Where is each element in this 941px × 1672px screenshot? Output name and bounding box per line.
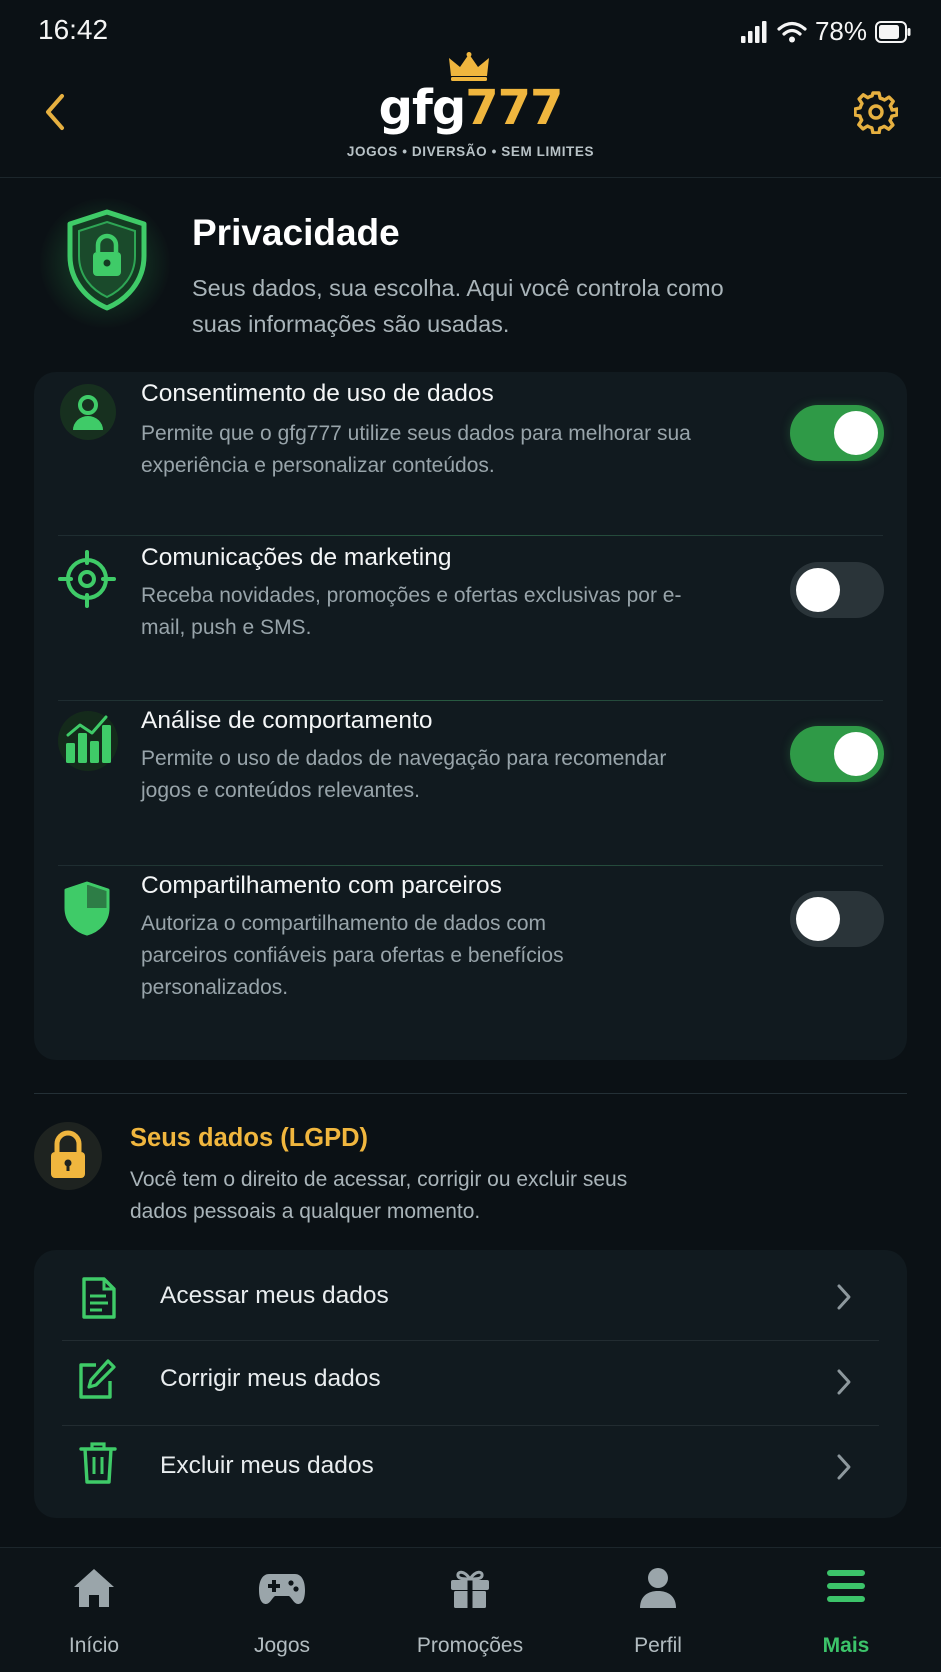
home-icon <box>74 1569 114 1607</box>
person-icon <box>640 1568 676 1608</box>
lock-icon <box>51 1130 85 1178</box>
app-header: gfg777 JOGOS • DIVERSÃO • SEM LIMITES <box>0 52 941 178</box>
nav-more[interactable]: Mais <box>752 1548 940 1672</box>
document-icon <box>82 1277 116 1319</box>
delete-data-item[interactable]: Excluir meus dados <box>34 1426 907 1516</box>
status-icons: 78% <box>740 16 911 47</box>
page-subtitle: Seus dados, sua escolha. Aqui você contr… <box>192 275 724 337</box>
privacy-settings-card: Consentimento de uso de dados Permite qu… <box>34 372 907 1060</box>
action-label: Acessar meus dados <box>160 1282 389 1309</box>
nav-home[interactable]: Início <box>0 1548 188 1672</box>
setting-row-partner-sharing: Compartilhamento com parceiros Autoriza … <box>34 866 907 1060</box>
battery-percent: 78% <box>814 16 867 46</box>
action-label: Excluir meus dados <box>160 1452 374 1479</box>
nav-label: Promoções <box>416 1634 524 1657</box>
logo-text: gfg777 <box>0 80 941 136</box>
logo-tagline: JOGOS • DIVERSÃO • SEM LIMITES <box>346 144 595 159</box>
lgpd-title: Seus dados (LGPD) <box>130 1124 369 1152</box>
toggle-marketing[interactable] <box>790 562 884 618</box>
setting-row-marketing: Comunicações de marketing Receba novidad… <box>34 536 907 700</box>
shield-half-icon <box>64 881 110 936</box>
setting-title: Compartilhamento com parceiros <box>141 872 502 899</box>
signal-icon <box>740 20 767 43</box>
correct-data-item[interactable]: Corrigir meus dados <box>34 1341 907 1425</box>
nav-label: Jogos <box>253 1634 311 1657</box>
nav-promotions[interactable]: Promoções <box>376 1548 564 1672</box>
section-divider <box>34 1093 907 1094</box>
chevron-right-icon <box>837 1454 851 1480</box>
setting-row-data-consent: Consentimento de uso de dados Permite qu… <box>34 372 907 535</box>
toggle-knob <box>796 568 840 612</box>
bar-chart-icon <box>58 711 118 771</box>
gamepad-icon <box>259 1574 305 1604</box>
toggle-knob <box>796 897 840 941</box>
setting-title: Consentimento de uso de dados <box>141 380 494 407</box>
chevron-right-icon <box>837 1369 851 1395</box>
toggle-data-consent[interactable] <box>790 405 884 461</box>
wifi-icon <box>777 21 807 42</box>
logo-text-white: gfg <box>378 80 467 136</box>
bottom-navigation: Início Jogos Promoções Perfil Mais <box>0 1547 941 1672</box>
access-data-item[interactable]: Acessar meus dados <box>34 1250 907 1340</box>
lgpd-subtitle: Você tem o direito de acessar, corrigir … <box>130 1168 628 1223</box>
toggle-partner-sharing[interactable] <box>790 891 884 947</box>
lgpd-icon-badge <box>34 1122 102 1190</box>
target-icon <box>58 550 116 608</box>
status-time: 16:42 <box>38 14 109 45</box>
chevron-right-icon <box>837 1284 851 1310</box>
setting-title: Comunicações de marketing <box>141 544 452 571</box>
user-icon <box>60 384 116 440</box>
nav-games[interactable]: Jogos <box>188 1548 376 1672</box>
setting-description: Permite que o gfg777 utilize seus dados … <box>141 422 691 477</box>
setting-description: Receba novidades, promoções e ofertas ex… <box>141 584 682 639</box>
nav-label: Perfil <box>634 1634 682 1657</box>
trash-icon <box>79 1442 117 1484</box>
menu-icon <box>827 1570 865 1602</box>
crown-icon <box>449 52 489 81</box>
gear-icon[interactable] <box>854 90 898 134</box>
edit-icon <box>79 1359 116 1399</box>
toggle-knob <box>834 411 878 455</box>
data-actions-card: Acessar meus dados Corrigir meus dados E… <box>34 1250 907 1518</box>
battery-icon <box>875 20 911 43</box>
nav-label: Início <box>68 1634 120 1657</box>
toggle-knob <box>834 732 878 776</box>
setting-description: Permite o uso de dados de navegação para… <box>141 747 667 802</box>
page-title: Privacidade <box>192 212 400 253</box>
setting-row-behavior-analysis: Análise de comportamento Permite o uso d… <box>34 701 907 865</box>
gift-icon <box>451 1570 489 1608</box>
setting-description: Autoriza o compartilhamento de dados com… <box>141 912 564 999</box>
logo-text-gold: 777 <box>465 80 563 136</box>
setting-title: Análise de comportamento <box>141 707 433 734</box>
toggle-behavior-analysis[interactable] <box>790 726 884 782</box>
shield-lock-icon <box>67 209 147 311</box>
nav-profile[interactable]: Perfil <box>564 1548 752 1672</box>
nav-label: Mais <box>822 1634 870 1657</box>
action-label: Corrigir meus dados <box>160 1365 381 1392</box>
